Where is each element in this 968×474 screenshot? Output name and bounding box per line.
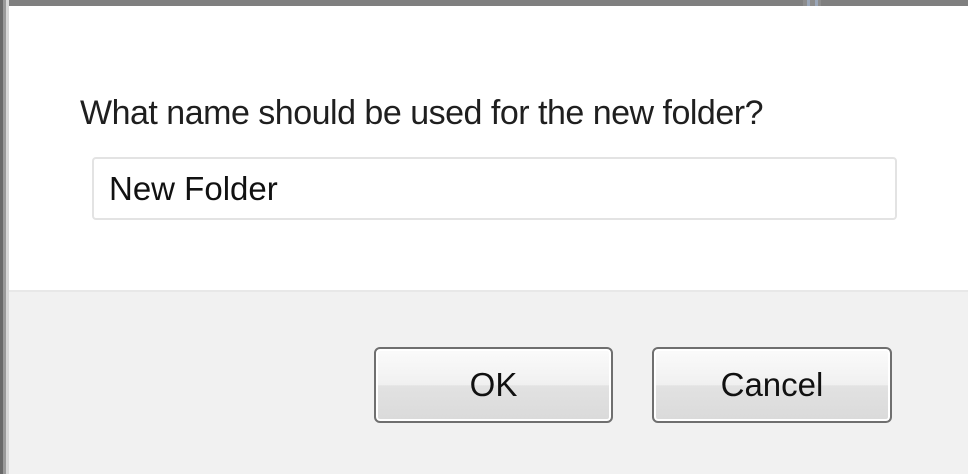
dialog-frame-edge xyxy=(0,0,9,474)
folder-name-input[interactable] xyxy=(92,157,897,220)
dialog-button-bar: OK Cancel xyxy=(9,290,968,474)
cancel-button[interactable]: Cancel xyxy=(652,347,892,423)
dialog-prompt: What name should be used for the new fol… xyxy=(80,94,764,132)
ok-button[interactable]: OK xyxy=(374,347,613,423)
dialog-content: What name should be used for the new fol… xyxy=(9,6,968,290)
screen: What name should be used for the new fol… xyxy=(0,0,968,474)
new-folder-dialog: What name should be used for the new fol… xyxy=(9,6,968,474)
